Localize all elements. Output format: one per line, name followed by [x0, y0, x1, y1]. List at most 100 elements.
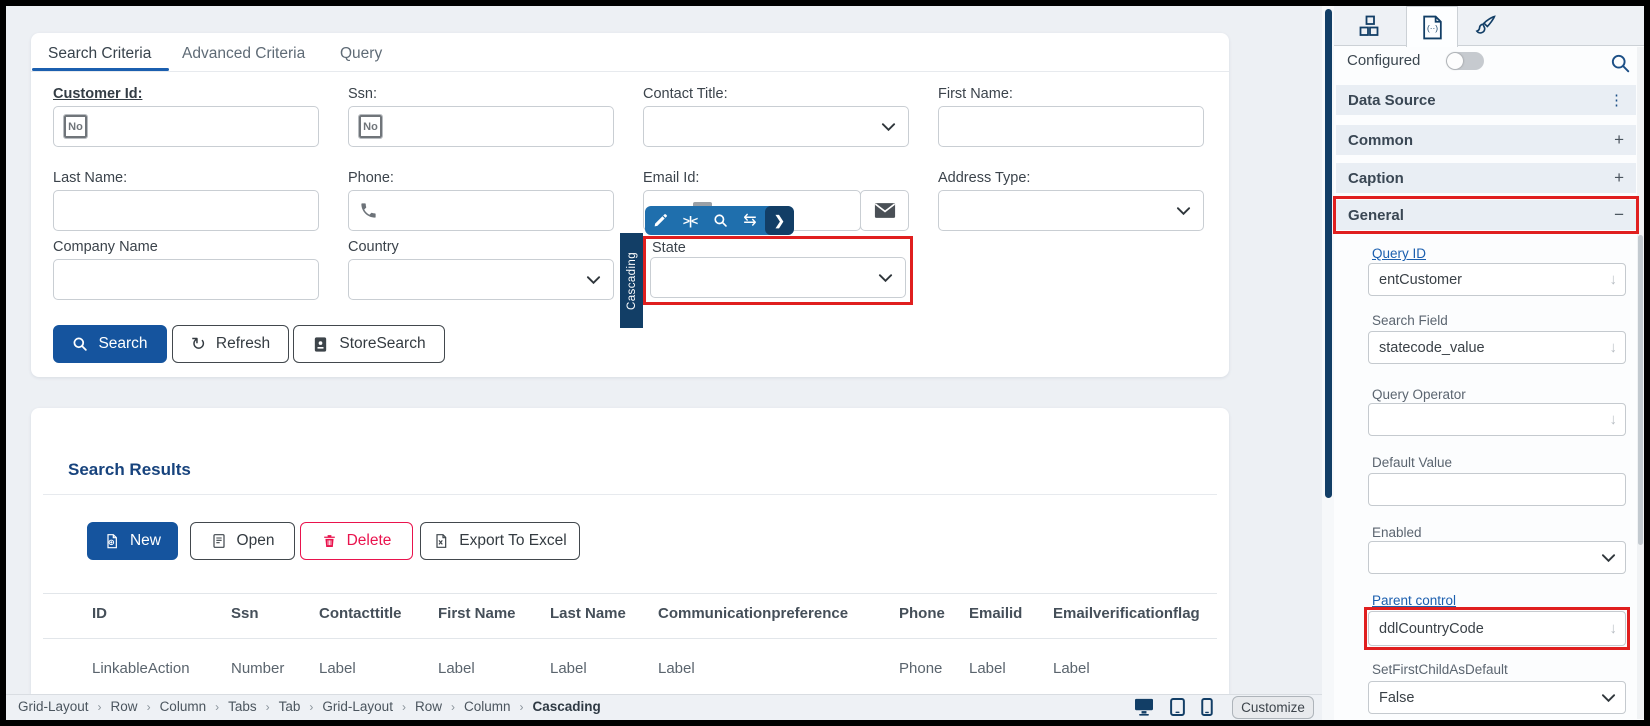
first-name-input[interactable] — [938, 106, 1204, 147]
search-criteria-card: Search Criteria Advanced Criteria Query … — [31, 33, 1229, 377]
table-header-cell[interactable]: Contacttitle — [319, 605, 402, 622]
expand-plus-icon[interactable]: + — [1614, 168, 1624, 188]
tab-search-criteria[interactable]: Search Criteria — [48, 45, 151, 63]
chevron-down-icon — [1176, 206, 1191, 215]
table-header-cell[interactable]: Emailverificationflag — [1053, 605, 1200, 622]
store-search-button[interactable]: StoreSearch — [293, 325, 445, 363]
table-header-cell[interactable]: Last Name — [550, 605, 626, 622]
down-arrow-icon[interactable]: ↓ — [1610, 271, 1618, 288]
device-preview-switcher — [1134, 698, 1213, 716]
swap-icon[interactable]: ⇆ — [735, 206, 765, 235]
last-name-input[interactable] — [53, 190, 319, 231]
align-center-icon[interactable]: >|< — [675, 206, 705, 235]
search-button[interactable]: Search — [53, 325, 167, 363]
enabled-select[interactable] — [1368, 541, 1626, 574]
section-common[interactable]: Common + — [1336, 125, 1636, 155]
edit-icon[interactable] — [645, 206, 675, 235]
export-to-excel-button[interactable]: Export To Excel — [420, 522, 580, 560]
panel-scrollbar[interactable] — [1637, 47, 1644, 719]
company-name-input[interactable] — [53, 259, 319, 300]
table-header-cell[interactable]: Phone — [899, 605, 945, 622]
envelope-icon — [874, 203, 895, 218]
code-document-icon: (··) — [1422, 15, 1442, 39]
panel-search-icon[interactable] — [1610, 53, 1631, 74]
table-header-cell[interactable]: ID — [92, 605, 107, 622]
contact-title-select[interactable] — [643, 106, 909, 147]
main-scrollbar-thumb[interactable] — [1325, 9, 1332, 498]
search-results-card: Search Results New Open Delete Export To… — [31, 408, 1229, 694]
table-header-cell[interactable]: Communicationpreference — [658, 605, 848, 622]
excel-icon — [436, 534, 447, 548]
table-header-cell[interactable]: Ssn — [231, 605, 259, 622]
section-general[interactable]: General − — [1336, 200, 1636, 230]
open-button[interactable]: Open — [190, 522, 295, 560]
results-divider — [43, 494, 1217, 495]
breadcrumb-item[interactable]: Row — [111, 699, 138, 714]
delete-button[interactable]: Delete — [300, 522, 413, 560]
cascading-control-tag[interactable]: Cascading — [620, 233, 643, 328]
breadcrumb-separator-icon: › — [97, 699, 102, 714]
address-type-select[interactable] — [938, 190, 1204, 231]
desktop-icon[interactable] — [1134, 698, 1154, 716]
address-type-label: Address Type: — [938, 170, 1031, 186]
search-icon[interactable] — [705, 206, 735, 235]
section-caption[interactable]: Caption + — [1336, 163, 1636, 193]
kebab-menu-icon[interactable]: ⋮ — [1609, 91, 1624, 109]
tab-style[interactable] — [1458, 6, 1510, 46]
configured-toggle[interactable] — [1446, 52, 1484, 70]
chevron-down-icon — [878, 273, 893, 282]
tab-query[interactable]: Query — [340, 45, 382, 63]
breadcrumb-item[interactable]: Tabs — [228, 699, 257, 714]
chevron-right-icon[interactable]: ❯ — [765, 206, 794, 235]
breadcrumb-item[interactable]: Grid-Layout — [322, 699, 393, 714]
section-label: Common — [1348, 131, 1413, 149]
breadcrumb-item[interactable]: Grid-Layout — [18, 699, 89, 714]
ssn-input[interactable]: No — [348, 106, 614, 147]
refresh-button[interactable]: ↻ Refresh — [172, 325, 289, 363]
down-arrow-icon[interactable]: ↓ — [1610, 620, 1618, 637]
tab-advanced-criteria[interactable]: Advanced Criteria — [182, 45, 305, 63]
chevron-down-icon — [1601, 553, 1616, 562]
breadcrumb-separator-icon: › — [519, 699, 524, 714]
default-value-input[interactable] — [1368, 473, 1626, 506]
table-cell: Label — [1053, 660, 1090, 677]
section-label: Caption — [1348, 169, 1404, 187]
number-type-icon: No — [63, 114, 88, 139]
parent-control-input[interactable]: ddlCountryCode ↓ — [1368, 611, 1626, 646]
panel-scrollbar-thumb[interactable] — [1638, 235, 1643, 545]
down-arrow-icon[interactable]: ↓ — [1610, 339, 1618, 356]
query-id-label[interactable]: Query ID — [1372, 246, 1426, 261]
customer-id-label: Customer Id: — [53, 86, 143, 102]
expand-plus-icon[interactable]: + — [1614, 130, 1624, 150]
new-button[interactable]: New — [87, 522, 178, 560]
state-select[interactable] — [650, 257, 906, 298]
phone-input[interactable] — [348, 190, 614, 231]
tablet-icon[interactable] — [1170, 698, 1185, 716]
down-arrow-icon[interactable]: ↓ — [1610, 411, 1618, 428]
country-select[interactable] — [348, 259, 614, 300]
breadcrumb-item[interactable]: Column — [464, 699, 511, 714]
search-field-input[interactable]: statecode_value ↓ — [1368, 331, 1626, 364]
section-data-source[interactable]: Data Source ⋮ — [1336, 85, 1636, 115]
collapse-minus-icon[interactable]: − — [1614, 205, 1624, 225]
customize-button[interactable]: Customize — [1232, 696, 1314, 719]
table-header-cell[interactable]: First Name — [438, 605, 516, 622]
parent-control-value: ddlCountryCode — [1379, 620, 1484, 637]
parent-control-label[interactable]: Parent control — [1372, 593, 1456, 608]
mobile-icon[interactable] — [1201, 698, 1213, 716]
section-label: General — [1348, 206, 1404, 224]
query-id-input[interactable]: entCustomer ↓ — [1368, 263, 1626, 296]
tab-properties[interactable]: (··) — [1406, 6, 1458, 47]
breadcrumb-item-current[interactable]: Cascading — [533, 699, 601, 714]
country-label: Country — [348, 239, 399, 255]
tab-structure[interactable] — [1334, 6, 1406, 46]
chevron-down-icon — [1601, 693, 1616, 702]
breadcrumb-item[interactable]: Column — [160, 699, 207, 714]
set-first-child-select[interactable]: False — [1368, 681, 1626, 714]
set-first-child-value: False — [1379, 689, 1415, 706]
query-operator-input[interactable]: ↓ — [1368, 403, 1626, 436]
breadcrumb-item[interactable]: Tab — [279, 699, 301, 714]
breadcrumb-item[interactable]: Row — [415, 699, 442, 714]
table-header-cell[interactable]: Emailid — [969, 605, 1022, 622]
customer-id-input[interactable]: No — [53, 106, 319, 147]
